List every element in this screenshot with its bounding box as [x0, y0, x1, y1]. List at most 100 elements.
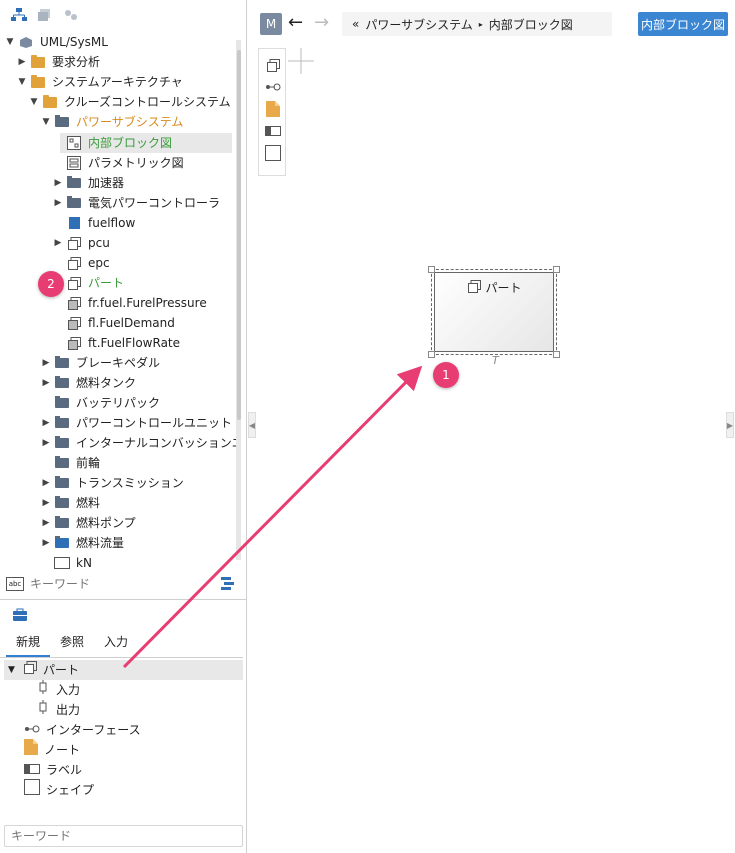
- expand-icon[interactable]: ▶: [52, 233, 64, 253]
- resize-handle-ne[interactable]: [553, 266, 560, 273]
- shape-tool-icon[interactable]: [265, 145, 281, 161]
- resize-handle-se[interactable]: [553, 351, 560, 358]
- tree-item-epc[interactable]: epc: [52, 253, 110, 273]
- collapse-left-icon[interactable]: ◀: [248, 412, 256, 438]
- palette-item-note[interactable]: ノート: [24, 739, 80, 760]
- tree-item-internal-block-diagram[interactable]: 内部ブロック図: [52, 133, 172, 153]
- tree-item-fuel-demand[interactable]: fl.FuelDemand: [52, 313, 175, 333]
- collapse-icon[interactable]: ▼: [16, 72, 28, 92]
- tree-item-fuel-flow-rate[interactable]: ft.FuelFlowRate: [52, 333, 180, 353]
- collapse-right-icon[interactable]: ▶: [726, 412, 734, 438]
- palette-item-part[interactable]: ▼ パート: [8, 660, 79, 680]
- forward-arrow-icon[interactable]: →: [314, 12, 329, 33]
- expand-icon[interactable]: ▶: [40, 353, 52, 373]
- palette-item-label-element[interactable]: ラベル: [24, 760, 82, 780]
- expand-icon[interactable]: ▶: [52, 173, 64, 193]
- panel-divider[interactable]: [0, 599, 247, 600]
- palette-search: [4, 825, 243, 847]
- diagram-type-button[interactable]: 内部ブロック図: [638, 12, 728, 36]
- diagram-editor: M ← → « パワーサブシステム ▸ 内部ブロック図 内部ブロック図 パート …: [248, 0, 735, 853]
- palette-item-interface[interactable]: インターフェース: [24, 720, 141, 740]
- package-icon: [54, 114, 70, 130]
- tree-item-root[interactable]: ▼ UML/SysML: [4, 32, 108, 52]
- back-arrow-icon[interactable]: ←: [288, 12, 303, 33]
- palette-item-input-port[interactable]: 入力: [38, 680, 80, 700]
- tree-item-requirements[interactable]: ▶ 要求分析: [16, 52, 100, 72]
- part-property-icon: [66, 315, 82, 331]
- part-property-icon: [66, 335, 82, 351]
- tree-item-power-subsystem[interactable]: ▼ パワーサブシステム: [40, 112, 183, 132]
- tree-search-input[interactable]: [30, 577, 200, 591]
- palette-item-shape[interactable]: シェイプ: [24, 779, 94, 800]
- collapse-icon[interactable]: ▼: [8, 660, 18, 680]
- breadcrumb-parent[interactable]: パワーサブシステム: [365, 16, 472, 33]
- tree-item-fuel-flow[interactable]: ▶ 燃料流量: [40, 533, 124, 553]
- tree-item-electric-power-controller[interactable]: ▶ 電気パワーコントローラ: [52, 193, 220, 213]
- part-tool-icon[interactable]: [265, 57, 281, 73]
- copy-icon[interactable]: [36, 6, 54, 24]
- collapse-icon[interactable]: ▼: [40, 112, 52, 132]
- tree-item-fuel-pump[interactable]: ▶ 燃料ポンプ: [40, 513, 136, 533]
- tree-item-battery-pack[interactable]: バッテリパック: [40, 393, 160, 413]
- settings-icon[interactable]: [62, 6, 80, 24]
- tree-item-fuelflow[interactable]: fuelflow: [52, 213, 135, 233]
- expand-icon[interactable]: ▶: [40, 473, 52, 493]
- part-icon: [66, 255, 82, 271]
- tree-item-parametric-diagram[interactable]: パラメトリック図: [52, 153, 184, 173]
- tree-item-kn[interactable]: kN: [40, 553, 92, 570]
- part-icon: [468, 279, 482, 296]
- tree-item-label: 燃料ポンプ: [76, 516, 136, 530]
- tab-input[interactable]: 入力: [94, 632, 138, 657]
- hierarchy-icon[interactable]: [10, 6, 28, 24]
- expand-icon[interactable]: ▶: [40, 373, 52, 393]
- interface-tool-icon[interactable]: [265, 79, 281, 95]
- expand-icon[interactable]: ▶: [52, 193, 64, 213]
- tree-item-front-wheel[interactable]: 前輪: [40, 453, 100, 473]
- collapse-icon[interactable]: ▼: [4, 32, 16, 52]
- tree-item-label: システムアーキテクチャ: [52, 75, 183, 89]
- tree-item-fuel[interactable]: ▶ 燃料: [40, 493, 100, 513]
- palette-item-output-port[interactable]: 出力: [38, 700, 80, 720]
- ibd-diagram-icon: [66, 135, 82, 151]
- port-icon: [38, 700, 48, 720]
- collapse-icon[interactable]: ▼: [28, 92, 40, 112]
- tree-item-fuel-tank[interactable]: ▶ 燃料タンク: [40, 373, 136, 393]
- resize-handle-sw[interactable]: [428, 351, 435, 358]
- left-panel: ▼ UML/SysML ▶ 要求分析 ▼ システムアーキテクチャ ▼ クルーズコ…: [0, 0, 247, 853]
- model-button[interactable]: M: [260, 13, 282, 35]
- filter-icon[interactable]: [220, 576, 238, 592]
- tree-item-brake-pedal[interactable]: ▶ ブレーキペダル: [40, 353, 160, 373]
- text-search-icon[interactable]: abc: [6, 577, 24, 591]
- label-tool-icon[interactable]: [265, 123, 281, 139]
- tree-item-pcu[interactable]: ▶ pcu: [52, 233, 110, 253]
- part-property-icon: [66, 295, 82, 311]
- resize-handle-nw[interactable]: [428, 266, 435, 273]
- tree-item-power-control-unit[interactable]: ▶ パワーコントロールユニット: [40, 413, 232, 433]
- tree-item-label: epc: [88, 256, 110, 270]
- diagram-toolbar: [258, 48, 286, 176]
- tree-item-fuel-pressure[interactable]: fr.fuel.FurelPressure: [52, 293, 207, 313]
- expand-icon[interactable]: ▶: [40, 533, 52, 553]
- tab-reference[interactable]: 参照: [50, 632, 94, 657]
- expand-icon[interactable]: ▶: [40, 413, 52, 433]
- tree-item-cruise-control-system[interactable]: ▼ クルーズコントロールシステム: [28, 92, 231, 112]
- breadcrumb-collapse-icon[interactable]: «: [352, 17, 359, 31]
- folder-icon: [30, 74, 46, 90]
- tree-item-label: パラメトリック図: [88, 156, 184, 170]
- palette-search-input[interactable]: [5, 826, 242, 846]
- part-block[interactable]: パート: [434, 272, 554, 352]
- expand-icon[interactable]: ▶: [40, 433, 52, 453]
- expand-icon[interactable]: ▶: [40, 513, 52, 533]
- expand-icon[interactable]: ▶: [40, 493, 52, 513]
- tab-new[interactable]: 新規: [6, 632, 51, 657]
- note-tool-icon[interactable]: [265, 101, 281, 117]
- package-icon: [54, 495, 70, 511]
- tree-item-system-architecture[interactable]: ▼ システムアーキテクチャ: [16, 72, 183, 92]
- tree-item-transmission[interactable]: ▶ トランスミッション: [40, 473, 184, 493]
- package-icon: [54, 395, 70, 411]
- expand-icon[interactable]: ▶: [16, 52, 28, 72]
- tree-scrollbar-thumb[interactable]: [237, 50, 241, 420]
- tree-item-label: 燃料流量: [76, 536, 125, 550]
- tree-item-internal-combustion-engine[interactable]: ▶ インターナルコンバッションエンジン: [40, 433, 236, 453]
- tree-item-accelerator[interactable]: ▶ 加速器: [52, 173, 124, 193]
